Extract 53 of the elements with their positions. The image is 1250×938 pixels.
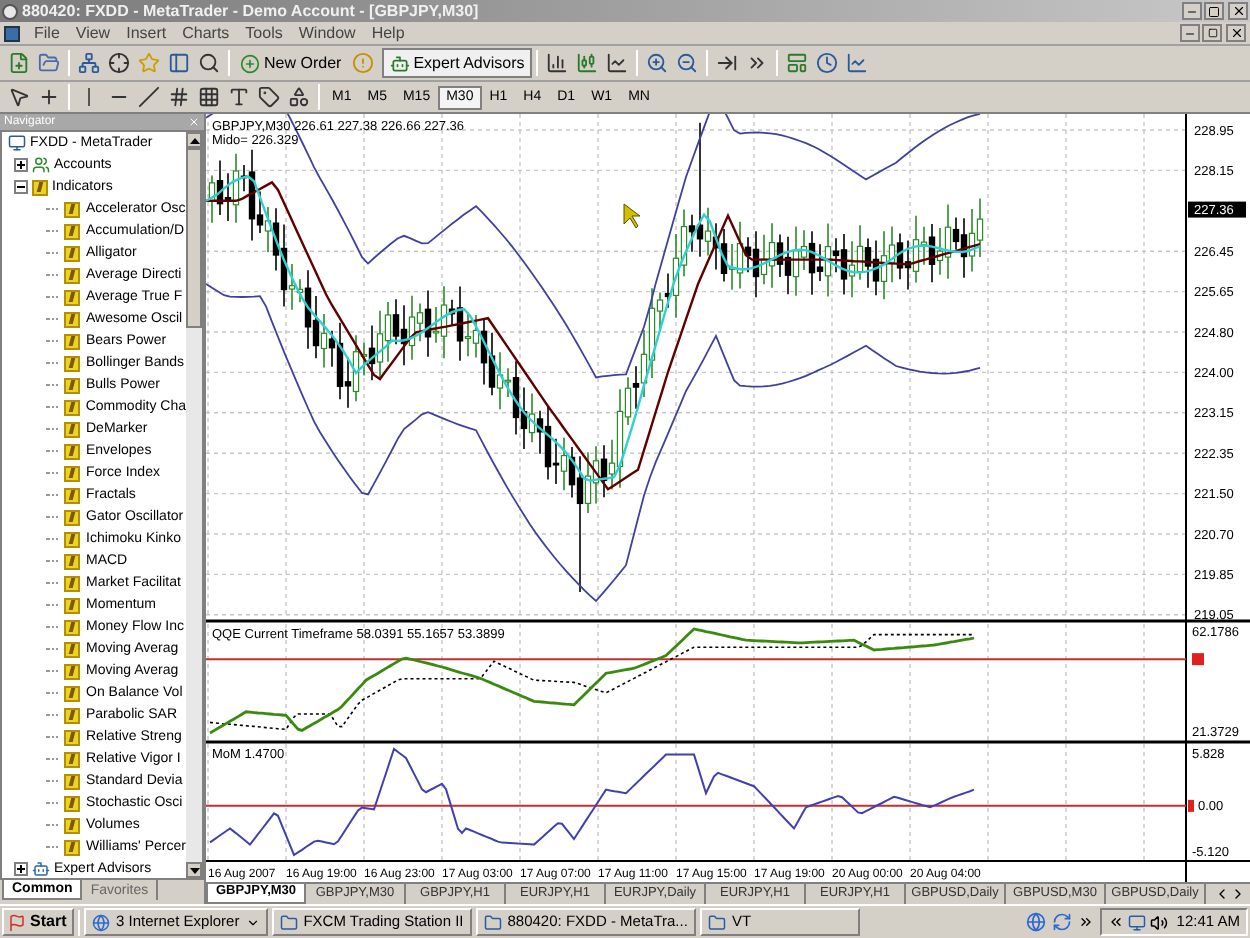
- new-order-button[interactable]: New Order: [234, 48, 348, 78]
- close-icon: [1229, 26, 1243, 40]
- scroll-right-icon[interactable]: [1230, 884, 1246, 904]
- menu-item[interactable]: File: [26, 25, 68, 41]
- scroll-down-button[interactable]: [186, 862, 202, 878]
- level-marker-icon: [1192, 653, 1204, 666]
- minimize-button[interactable]: [1182, 2, 1202, 20]
- quick-launch-icon[interactable]: [1026, 912, 1047, 932]
- accounts-icon: [32, 156, 50, 174]
- experts-icon: [32, 860, 50, 878]
- crosshair-icon[interactable]: [104, 48, 134, 78]
- minimize-button[interactable]: [1180, 24, 1200, 42]
- more-icon[interactable]: [1078, 914, 1095, 930]
- maximize-icon: [1208, 5, 1220, 17]
- close-icon: [1231, 4, 1245, 18]
- plus-icon: [240, 53, 260, 73]
- browser-icon: [92, 913, 110, 931]
- restore-button[interactable]: [1202, 24, 1222, 42]
- menu-item[interactable]: Tools: [237, 25, 291, 41]
- menu-item[interactable]: Help: [363, 25, 413, 41]
- expand-icon[interactable]: [14, 862, 28, 876]
- menu-item[interactable]: Insert: [118, 25, 175, 41]
- collapse-icon[interactable]: [14, 180, 28, 194]
- scroll-left-icon[interactable]: [1214, 884, 1230, 904]
- expand-icon[interactable]: [14, 158, 28, 172]
- scroll-thumb[interactable]: [186, 148, 202, 328]
- trendline-icon[interactable]: [134, 82, 164, 112]
- shapes-icon[interactable]: [284, 82, 314, 112]
- star-icon[interactable]: [134, 48, 164, 78]
- show-icons-icon[interactable]: [1108, 914, 1125, 930]
- flag-icon: [8, 913, 26, 931]
- menu-item[interactable]: Window: [290, 25, 364, 41]
- start-button[interactable]: Start: [2, 908, 74, 936]
- panel-icon[interactable]: [164, 48, 194, 78]
- tray-icon[interactable]: [1128, 913, 1147, 931]
- window-title: 880420: FXDD - MetaTrader - Demo Account - [GBPJPY,M30]: [22, 3, 479, 19]
- menu-item[interactable]: View: [67, 25, 119, 41]
- mouse-cursor-icon: [623, 203, 641, 229]
- close-button[interactable]: [1228, 2, 1248, 20]
- clock-icon[interactable]: [812, 48, 843, 78]
- scroll-up-button[interactable]: [186, 132, 202, 148]
- dropdown-icon: [245, 915, 260, 929]
- robot-icon: [389, 53, 410, 73]
- network-icon[interactable]: [74, 48, 104, 78]
- menu-item[interactable]: Charts: [174, 25, 238, 41]
- restore-icon: [1207, 28, 1217, 38]
- close-button[interactable]: [1226, 24, 1246, 42]
- expert-advisors-button[interactable]: Expert Advisors: [381, 48, 533, 78]
- level-marker-icon: [1188, 799, 1194, 812]
- search-icon[interactable]: [194, 48, 224, 78]
- maximize-button[interactable]: [1204, 2, 1224, 20]
- volume-icon[interactable]: [1150, 913, 1169, 931]
- label-icon[interactable]: [254, 82, 284, 112]
